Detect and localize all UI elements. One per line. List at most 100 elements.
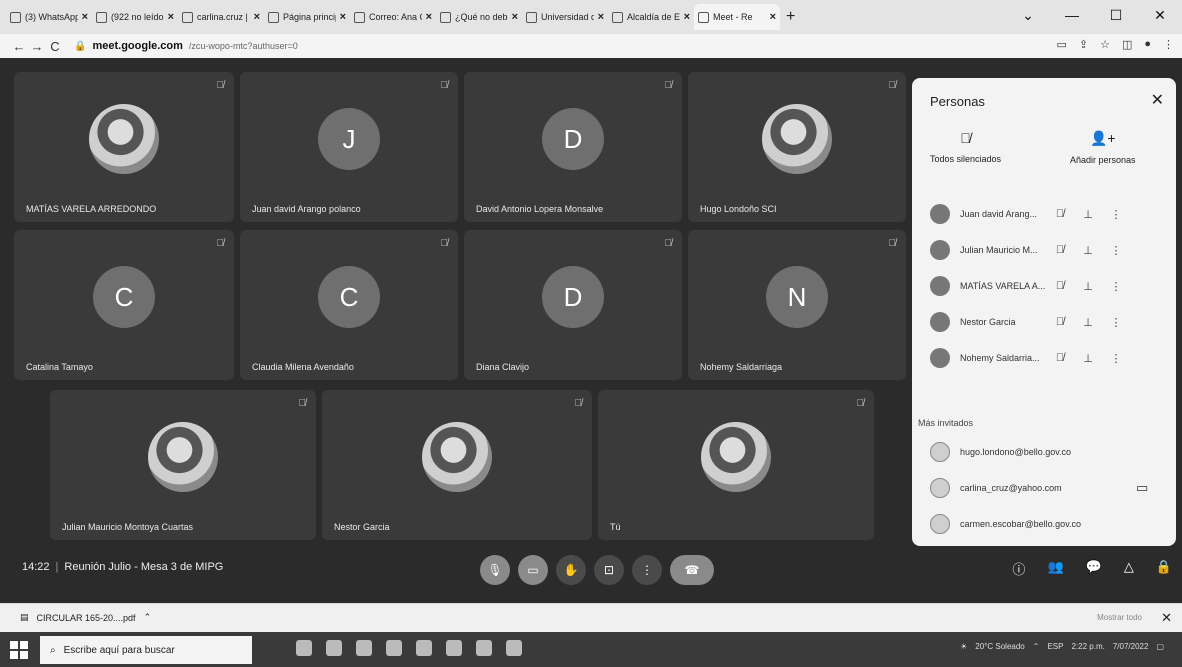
- raise-hand-button[interactable]: ✋: [556, 555, 586, 585]
- guest-row[interactable]: carmen.escobar@bello.gov.co: [912, 506, 1176, 542]
- chat-icon[interactable]: 💬: [1086, 559, 1102, 578]
- more-options-button[interactable]: ⋮: [632, 555, 662, 585]
- cortana-icon[interactable]: [296, 640, 312, 656]
- participant-row[interactable]: Juan david Arang... 🎙̸ ⊥ ⋮: [912, 196, 1176, 232]
- clock-date[interactable]: 7/07/2022: [1113, 642, 1149, 651]
- mail-icon[interactable]: [476, 640, 492, 656]
- browser-tab[interactable]: Alcaldía de En ×: [608, 4, 694, 30]
- share-icon[interactable]: ⇪: [1079, 38, 1088, 51]
- reload-icon[interactable]: C: [46, 39, 64, 54]
- mic-toggle-button[interactable]: 🎙: [480, 555, 510, 585]
- task-view-icon[interactable]: [326, 640, 342, 656]
- info-icon[interactable]: ⓘ: [1012, 559, 1025, 578]
- participant-tile[interactable]: 🎙̸ D David Antonio Lopera Monsalve: [464, 72, 682, 222]
- guest-row[interactable]: hugo.londono@bello.gov.co: [912, 434, 1176, 470]
- participant-tile[interactable]: 🎙̸ Julian Mauricio Montoya Cuartas: [50, 390, 316, 540]
- pin-icon[interactable]: ⊥: [1074, 316, 1102, 329]
- download-item[interactable]: ▤ CIRCULAR 165-20....pdf ⌃: [20, 612, 151, 623]
- maximize-icon[interactable]: ☐: [1094, 7, 1138, 24]
- host-controls-icon[interactable]: 🔒: [1156, 559, 1172, 578]
- people-icon[interactable]: 👥: [1047, 559, 1063, 578]
- participant-row[interactable]: Nohemy Saldarria... 🎙̸ ⊥ ⋮: [912, 340, 1176, 376]
- browser-tab[interactable]: Meet - Re ×: [694, 4, 780, 30]
- file-explorer-icon[interactable]: [386, 640, 402, 656]
- lang-indicator[interactable]: ESP: [1047, 642, 1063, 651]
- close-tab-icon[interactable]: ×: [770, 11, 776, 23]
- add-people-button[interactable]: 👤+ Añadir personas: [1070, 130, 1136, 165]
- mic-off-icon[interactable]: 🎙̸: [1046, 208, 1074, 220]
- participant-tile[interactable]: 🎙̸ Nestor Garcia: [322, 390, 592, 540]
- notifications-icon[interactable]: ▢: [1156, 642, 1164, 651]
- clock-time[interactable]: 2:22 p.m.: [1071, 642, 1104, 651]
- participant-tile[interactable]: 🎙̸ J Juan david Arango polanco: [240, 72, 458, 222]
- mic-off-icon[interactable]: 🎙̸: [1046, 316, 1074, 328]
- side-panel-icon[interactable]: ◫: [1122, 38, 1132, 51]
- pin-icon[interactable]: ⊥: [1074, 352, 1102, 365]
- weather-text[interactable]: 20°C Soleado: [975, 642, 1024, 651]
- leave-call-button[interactable]: ☎: [670, 555, 714, 585]
- teams-icon[interactable]: [446, 640, 462, 656]
- camera-indicator-icon[interactable]: ▭: [1056, 38, 1066, 51]
- close-tab-icon[interactable]: ×: [684, 11, 690, 23]
- close-tab-icon[interactable]: ×: [254, 11, 260, 23]
- more-vert-icon[interactable]: ⋮: [1102, 280, 1130, 293]
- mic-off-icon[interactable]: 🎙̸: [1046, 352, 1074, 364]
- url-field[interactable]: 🔒 meet.google.com /zcu-wopo-mtc?authuser…: [74, 40, 298, 52]
- browser-tab[interactable]: (922 no leídos) ×: [92, 4, 178, 30]
- participant-tile[interactable]: 🎙̸ Tú: [598, 390, 874, 540]
- forward-icon[interactable]: →: [28, 39, 46, 54]
- participant-tile[interactable]: 🎙̸ C Catalina Tamayo: [14, 230, 234, 380]
- participant-row[interactable]: MATÍAS VARELA A... 🎙̸ ⊥ ⋮: [912, 268, 1176, 304]
- chevron-up-icon[interactable]: ⌃: [144, 612, 152, 623]
- minimize-icon[interactable]: —: [1050, 7, 1094, 23]
- participant-tile[interactable]: 🎙̸ Hugo Londoño SCI: [688, 72, 906, 222]
- chat-bubble-icon[interactable]: ▭: [1136, 480, 1148, 496]
- close-tab-icon[interactable]: ×: [426, 11, 432, 23]
- taskbar-search[interactable]: ⌕ Escribe aquí para buscar: [40, 636, 252, 664]
- tray-chevron-icon[interactable]: ⌃: [1033, 642, 1040, 651]
- browser-tab[interactable]: Página principal ×: [264, 4, 350, 30]
- outlook-icon[interactable]: [416, 640, 432, 656]
- browser-tab[interactable]: Correo: Ana C. ×: [350, 4, 436, 30]
- pin-icon[interactable]: ⊥: [1074, 208, 1102, 221]
- browser-menu-icon[interactable]: ⋮: [1163, 38, 1174, 51]
- browser-tab[interactable]: Universidad d ×: [522, 4, 608, 30]
- participant-tile[interactable]: 🎙̸ N Nohemy Saldarriaga: [688, 230, 906, 380]
- tab-search-icon[interactable]: ⌄: [1006, 7, 1050, 24]
- camera-toggle-button[interactable]: ▭: [518, 555, 548, 585]
- profile-icon[interactable]: ●: [1144, 38, 1151, 51]
- more-vert-icon[interactable]: ⋮: [1102, 316, 1130, 329]
- mic-off-icon[interactable]: 🎙̸: [1046, 244, 1074, 256]
- more-vert-icon[interactable]: ⋮: [1102, 208, 1130, 221]
- windows-start-icon[interactable]: [10, 641, 28, 659]
- present-button[interactable]: ⊡: [594, 555, 624, 585]
- new-tab-icon[interactable]: +: [786, 8, 795, 26]
- participant-row[interactable]: Nestor Garcia 🎙̸ ⊥ ⋮: [912, 304, 1176, 340]
- close-tab-icon[interactable]: ×: [82, 11, 88, 23]
- more-vert-icon[interactable]: ⋮: [1102, 244, 1130, 257]
- activities-icon[interactable]: △: [1124, 559, 1134, 578]
- close-tab-icon[interactable]: ×: [340, 11, 346, 23]
- close-window-icon[interactable]: ✕: [1138, 7, 1182, 24]
- browser-tab[interactable]: ¿Qué no debo ×: [436, 4, 522, 30]
- bookmark-star-icon[interactable]: ☆: [1100, 38, 1110, 51]
- browser-tab[interactable]: (3) WhatsApp ×: [6, 4, 92, 30]
- close-panel-icon[interactable]: ✕: [1151, 90, 1164, 110]
- mute-all-button[interactable]: 🎙̸ Todos silenciados: [930, 130, 1001, 164]
- guest-row[interactable]: carlina_cruz@yahoo.com ▭: [912, 470, 1176, 506]
- pin-icon[interactable]: ⊥: [1074, 244, 1102, 257]
- close-downloads-icon[interactable]: ✕: [1161, 610, 1172, 626]
- excel-icon[interactable]: [506, 640, 522, 656]
- close-tab-icon[interactable]: ×: [598, 11, 604, 23]
- pin-icon[interactable]: ⊥: [1074, 280, 1102, 293]
- mic-off-icon[interactable]: 🎙̸: [1046, 280, 1074, 292]
- browser-tab[interactable]: carlina.cruz | F ×: [178, 4, 264, 30]
- participant-tile[interactable]: 🎙̸ MATÍAS VARELA ARREDONDO: [14, 72, 234, 222]
- close-tab-icon[interactable]: ×: [512, 11, 518, 23]
- more-vert-icon[interactable]: ⋮: [1102, 352, 1130, 365]
- close-tab-icon[interactable]: ×: [168, 11, 174, 23]
- participant-tile[interactable]: 🎙̸ D Diana Clavijo: [464, 230, 682, 380]
- participant-tile[interactable]: 🎙̸ C Claudia Milena Avendaño: [240, 230, 458, 380]
- participant-row[interactable]: Julian Mauricio M... 🎙̸ ⊥ ⋮: [912, 232, 1176, 268]
- back-icon[interactable]: ←: [10, 39, 28, 54]
